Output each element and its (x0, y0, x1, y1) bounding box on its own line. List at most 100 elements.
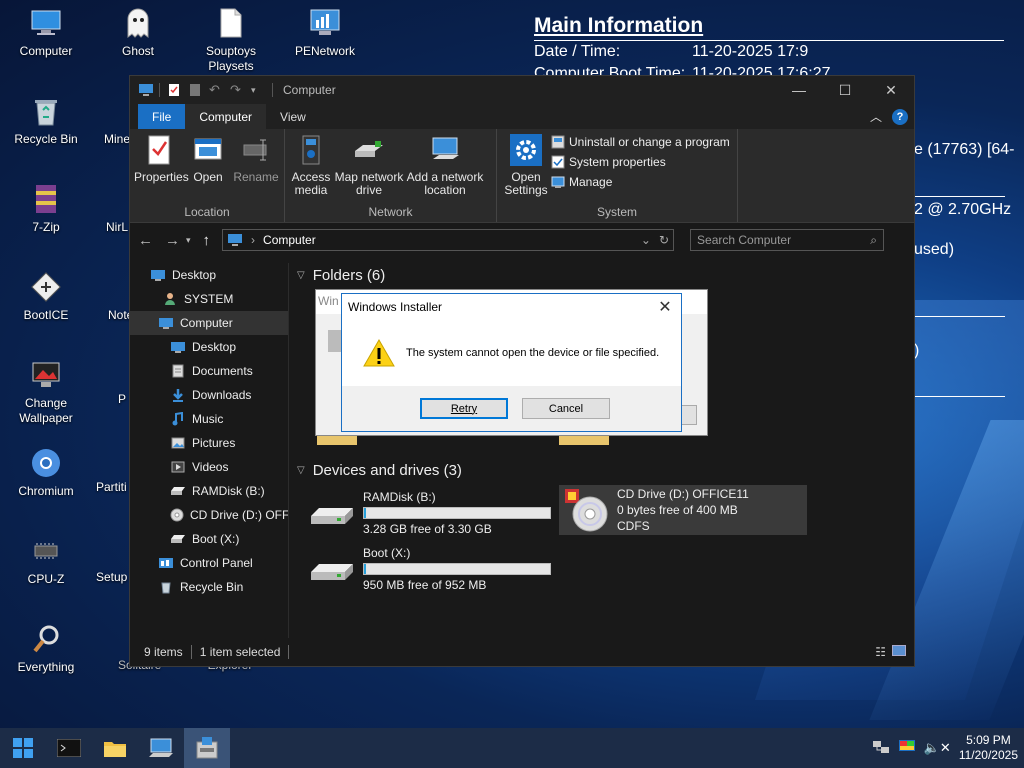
drive-item-selected[interactable]: CD Drive (D:) OFFICE11 0 bytes free of 4… (559, 485, 807, 535)
folders-group-header[interactable]: ▽ Folders (6) (297, 267, 385, 284)
tab-file[interactable]: File (138, 104, 186, 129)
downloads-icon (170, 388, 186, 402)
rename-qat-icon[interactable] (188, 83, 202, 97)
nav-item[interactable]: Desktop (130, 335, 288, 359)
taskbar-file-explorer[interactable] (92, 728, 138, 768)
nav-item-label: Boot (X:) (192, 532, 240, 546)
system-properties-button[interactable]: System properties (551, 155, 730, 169)
breadcrumb-computer[interactable]: Computer (263, 233, 316, 247)
nav-item[interactable]: Videos (130, 455, 288, 479)
chevron-down-icon[interactable]: ⌄ (641, 233, 651, 247)
desktop-icon-setup[interactable]: Setup (94, 570, 134, 585)
desktop-icon-7zip[interactable]: 7-Zip (6, 182, 86, 235)
nav-item[interactable]: Control Panel (130, 551, 288, 575)
desktop-icon-change-wallpaper[interactable]: Change Wallpaper (6, 358, 86, 426)
desktop-icon-cpuz[interactable]: CPU-Z (6, 534, 86, 587)
clock[interactable]: 5:09 PM 11/20/2025 (959, 733, 1018, 763)
drive-usage-bar (363, 563, 551, 575)
nav-item[interactable]: Computer (130, 311, 288, 335)
nav-item[interactable]: Music (130, 407, 288, 431)
bginfo-os-fragment: e (17763) [64- (914, 141, 1015, 158)
desktop-icon-label: Partiti (96, 480, 127, 494)
nav-item[interactable]: Recycle Bin (130, 575, 288, 599)
videos-icon (170, 460, 186, 474)
desktop-icon-souptoys[interactable]: Souptoys Playsets (191, 6, 271, 74)
taskbar-cmd[interactable] (46, 728, 92, 768)
devices-header-label: Devices and drives (3) (312, 462, 462, 479)
tab-view[interactable]: View (266, 104, 320, 129)
drive-item[interactable]: RAMDisk (B:) 3.28 GB free of 3.30 GB (309, 489, 551, 537)
tab-computer[interactable]: Computer (185, 104, 267, 129)
drive-name: CD Drive (D:) OFFICE11 (617, 487, 749, 501)
taskbar-installer[interactable] (184, 728, 230, 768)
customize-qat-icon[interactable]: ▾ (251, 83, 265, 97)
user-icon (162, 292, 178, 306)
system-properties-label: System properties (569, 155, 666, 169)
manage-button[interactable]: Manage (551, 175, 730, 189)
map-drive-icon (352, 133, 386, 167)
computer-icon (29, 6, 63, 40)
large-icons-view-icon[interactable] (892, 645, 906, 656)
back-button[interactable]: ← (138, 232, 153, 249)
refresh-icon[interactable]: ↻ (659, 233, 673, 247)
nav-item[interactable]: SYSTEM (130, 287, 288, 311)
close-button[interactable]: ✕ (868, 82, 914, 99)
nav-item-label: Downloads (192, 388, 252, 402)
computer-icon (149, 738, 173, 757)
pictures-icon (170, 436, 186, 450)
bginfo-rule (910, 196, 1005, 197)
desktop-icon-partition[interactable]: Partiti (94, 480, 134, 495)
uninstall-label: Uninstall or change a program (569, 135, 730, 149)
address-bar[interactable]: › Computer ⌄ ↻ (222, 229, 675, 251)
search-input[interactable]: Search Computer ⌕ (690, 229, 885, 251)
navigation-pane: Desktop SYSTEM Computer Desktop Documents Dow… (130, 263, 288, 639)
chevron-up-icon[interactable]: ︿ (870, 108, 882, 125)
nav-item-label: Documents (192, 364, 253, 378)
desktop-icon-ghost[interactable]: Ghost (98, 6, 178, 59)
desktop-icon-label: BootICE (23, 308, 69, 322)
nav-item[interactable]: Documents (130, 359, 288, 383)
computer-icon[interactable] (138, 83, 153, 97)
help-icon[interactable]: ? (892, 108, 908, 125)
nav-item[interactable]: Downloads (130, 383, 288, 407)
installer-icon (196, 737, 218, 759)
desktop-icon-penetwork[interactable]: PENetwork (285, 6, 365, 59)
details-view-icon[interactable]: ☷ (875, 645, 886, 659)
desktop-icon-recycle-bin[interactable]: Recycle Bin (6, 94, 86, 147)
volume-muted-icon[interactable]: 🔈✕ (924, 740, 951, 756)
redo-icon[interactable]: ↷ (230, 83, 244, 97)
uninstall-program-button[interactable]: Uninstall or change a program (551, 135, 730, 149)
nav-item[interactable]: CD Drive (D:) OFFI (130, 503, 288, 527)
nav-item[interactable]: Boot (X:) (130, 527, 288, 551)
ribbon-group-network: Access media Map network drive Add a net… (285, 129, 497, 222)
drive-item[interactable]: Boot (X:) 950 MB free of 952 MB (309, 545, 551, 593)
nav-item[interactable]: RAMDisk (B:) (130, 479, 288, 503)
maximize-button[interactable]: ☐ (822, 82, 868, 99)
desktop-icon-bootice[interactable]: BootICE (6, 270, 86, 323)
chevron-down-icon: ▽ (297, 465, 305, 476)
recent-locations-button[interactable]: ▾ (186, 235, 191, 246)
up-button[interactable]: ↑ (203, 232, 211, 249)
minimize-button[interactable]: — (776, 82, 822, 99)
start-button[interactable] (0, 728, 46, 768)
cancel-button[interactable]: Cancel (522, 398, 610, 419)
desktop-icon-chromium[interactable]: Chromium (6, 446, 86, 499)
undo-icon[interactable]: ↶ (209, 83, 223, 97)
nav-item[interactable]: Desktop (130, 263, 288, 287)
retry-button[interactable]: Retry (420, 398, 508, 419)
taskbar-computer[interactable] (138, 728, 184, 768)
close-icon[interactable]: ✕ (649, 297, 681, 317)
properties-qat-icon[interactable] (167, 83, 181, 97)
desktop-icon-everything[interactable]: Everything (6, 622, 86, 675)
rename-label: Rename (233, 170, 279, 184)
desktop-icon-computer[interactable]: Computer (6, 6, 86, 59)
network-icon[interactable] (872, 739, 890, 758)
forward-button[interactable]: → (165, 232, 180, 249)
devices-group-header[interactable]: ▽ Devices and drives (3) (297, 462, 462, 479)
ribbon-group-label: System (596, 205, 637, 219)
display-icon[interactable] (898, 739, 916, 758)
manage-label: Manage (569, 175, 613, 189)
open-icon (191, 133, 225, 167)
nav-item[interactable]: Pictures (130, 431, 288, 455)
desktop-icon-label: Computer (19, 44, 73, 58)
